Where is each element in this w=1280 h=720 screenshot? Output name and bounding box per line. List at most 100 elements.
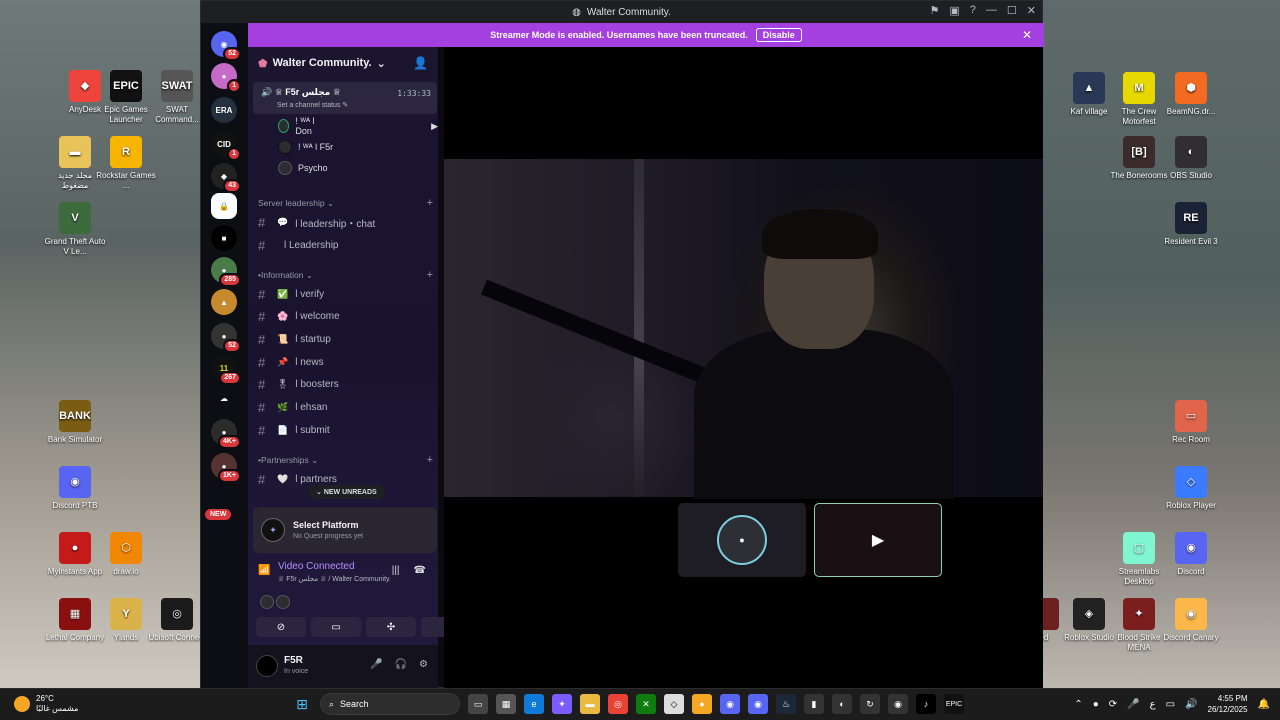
server-icon[interactable]: ● 285 <box>211 257 241 287</box>
screen-icon[interactable]: ▣ <box>949 4 959 17</box>
add-channel-icon[interactable]: + <box>427 197 433 209</box>
voice-channel-active[interactable]: 🔊 ♕ F5r مجلس ♕ Set a channel status ✎ 1:… <box>253 82 437 114</box>
screen-share-button[interactable]: ▭ <box>311 617 361 637</box>
help-icon[interactable]: ? <box>970 4 976 17</box>
weather-widget[interactable]: 26°C مشمس غالبًا <box>14 694 78 714</box>
tray-chevron-icon[interactable]: ⌃ <box>1074 699 1082 710</box>
maximize-button[interactable]: ☐ <box>1007 4 1017 17</box>
channel-item[interactable]: # l Leadership <box>258 236 433 254</box>
desktop-icon[interactable]: ◇ Roblox Player <box>1160 466 1222 511</box>
desktop-icon[interactable]: ◉ Discord PTB <box>44 466 106 511</box>
server-icon[interactable]: CID 1 <box>211 131 241 161</box>
discord-taskbar-icon[interactable]: ◉ <box>720 694 740 714</box>
voice-user[interactable]: ! ᵂᴬ l Don ▶ <box>278 116 438 136</box>
app-icon[interactable]: ▮ <box>804 694 824 714</box>
server-icon[interactable]: ■ <box>211 225 237 251</box>
desktop-icon[interactable]: ◐ OBS Studio <box>1160 136 1222 181</box>
notification-icon[interactable]: 🔔 <box>1258 699 1270 710</box>
channel-item[interactable]: # ✅ l verify <box>258 285 433 303</box>
server-icon[interactable]: ● 1 <box>211 63 241 93</box>
voice-user[interactable]: ! ᵂᴬ l F5r <box>278 138 333 156</box>
task-view-icon[interactable]: ▭ <box>468 694 488 714</box>
disconnect-icon[interactable]: ☎ <box>414 565 426 576</box>
activities-button[interactable]: ✣ <box>366 617 416 637</box>
main-video-feed[interactable] <box>444 159 1043 499</box>
headphones-icon[interactable]: 🎧 <box>395 659 407 670</box>
new-pill[interactable]: NEW <box>205 509 232 520</box>
desktop-icon[interactable]: RE Resident Evil 3 <box>1160 202 1222 247</box>
server-header[interactable]: ⬟ Walter Community. ⌄ 👤 <box>248 47 438 79</box>
app-icon[interactable]: ● <box>692 694 712 714</box>
flag-icon[interactable]: ⚑ <box>930 4 940 17</box>
settings-gear-icon[interactable]: ⚙ <box>419 659 428 670</box>
obs-icon[interactable]: ◐ <box>832 694 852 714</box>
network-icon[interactable]: ▭ <box>1166 699 1175 710</box>
desktop-icon[interactable]: ◉ Discord Canary <box>1160 598 1222 643</box>
minimize-button[interactable]: — <box>986 4 997 17</box>
start-button[interactable]: ⊞ <box>292 694 312 714</box>
chrome-icon[interactable]: ◎ <box>608 694 628 714</box>
voice-user[interactable]: Psycho <box>278 159 328 177</box>
disable-streamer-button[interactable]: Disable <box>755 28 802 42</box>
server-icon[interactable]: ◆ 43 <box>211 163 241 193</box>
tray-sync-icon[interactable]: ⟳ <box>1109 699 1117 710</box>
channel-item[interactable]: # 🌸 l welcome <box>258 308 433 326</box>
microphone-icon[interactable]: 🎤 <box>370 659 382 670</box>
server-icon[interactable]: ▲ <box>211 289 237 315</box>
server-icon[interactable]: ☁ <box>211 385 237 411</box>
edge-icon[interactable]: e <box>524 694 544 714</box>
channel-item[interactable]: # 📜 l startup <box>258 330 433 348</box>
add-channel-icon[interactable]: + <box>427 454 433 466</box>
tiktok-icon[interactable]: ♪ <box>916 694 936 714</box>
server-icon[interactable]: 🔒 <box>211 193 237 219</box>
desktop-icon[interactable]: BANK Bank Simulator <box>44 400 106 445</box>
copilot-icon[interactable]: ✦ <box>552 694 572 714</box>
xbox-icon[interactable]: ✕ <box>636 694 656 714</box>
category-partnerships[interactable]: • Partnerships ⌄ + <box>258 454 433 466</box>
camera-off-button[interactable]: ⊘ <box>256 617 306 637</box>
server-icon[interactable]: ● 52 <box>211 323 241 353</box>
server-icon[interactable]: ● 4K+ <box>211 419 241 449</box>
server-icon[interactable]: ● 1K+ <box>211 453 241 483</box>
widgets-icon[interactable]: ▦ <box>496 694 516 714</box>
participant-tile[interactable] <box>541 503 669 577</box>
desktop-icon[interactable]: SWAT SWAT Command... <box>146 70 208 125</box>
volume-icon[interactable]: 🔊 <box>1185 699 1197 710</box>
app-icon[interactable]: ◉ <box>888 694 908 714</box>
quest-panel[interactable]: ✦ Select Platform No Quest progress yet <box>253 507 437 553</box>
epic-games-icon[interactable]: EPIC <box>944 694 964 714</box>
desktop-icon[interactable]: V Grand Theft Auto V Le... <box>44 202 106 257</box>
category-server-leadership[interactable]: Server leadership ⌄ + <box>258 197 433 209</box>
category-information[interactable]: • Information ⌄ + <box>258 269 433 281</box>
tray-mic-icon[interactable]: 🎤 <box>1127 699 1139 710</box>
close-button[interactable]: ✕ <box>1027 4 1036 17</box>
participant-tile[interactable]: ● <box>678 503 806 577</box>
pencil-icon[interactable]: ✎ <box>342 102 348 109</box>
roblox-icon[interactable]: ◇ <box>664 694 684 714</box>
user-avatar[interactable] <box>256 655 278 677</box>
channel-item[interactable]: # 💬 l leadership・chat <box>258 213 433 231</box>
channel-item[interactable]: # 🎖 l boosters <box>258 376 433 394</box>
voice-status[interactable]: Set a channel status <box>277 102 340 109</box>
new-unreads-pill[interactable]: ⌄ NEW UNREADS <box>308 485 385 499</box>
app-icon[interactable]: ↻ <box>860 694 880 714</box>
server-icon[interactable]: 11 267 <box>211 355 241 385</box>
add-member-icon[interactable]: 👤 <box>413 56 428 70</box>
clock[interactable]: 4:55 PM 26/12/2025 <box>1208 693 1248 715</box>
desktop-icon[interactable]: ◎ Ubisoft Connect <box>146 598 208 643</box>
add-channel-icon[interactable]: + <box>427 269 433 281</box>
home-button[interactable]: ◉ 52 <box>211 31 241 61</box>
desktop-icon[interactable]: ⬢ BeamNG.dr... <box>1160 72 1222 117</box>
channel-item[interactable]: # 📄 l submit <box>258 421 433 439</box>
close-banner-icon[interactable]: ✕ <box>1022 28 1032 42</box>
server-icon[interactable]: ERA <box>211 97 237 123</box>
discord-ptb-taskbar-icon[interactable]: ◉ <box>748 694 768 714</box>
tray-app-icon[interactable]: ● <box>1093 699 1099 710</box>
signal-icon[interactable]: 📶 <box>258 565 270 576</box>
noise-suppression-icon[interactable]: ||| <box>392 565 400 576</box>
desktop-icon[interactable]: ⬡ draw.io <box>95 532 157 577</box>
voice-location[interactable]: ♕ F5r مجلس ♕ / Walter Community. <box>278 575 391 583</box>
desktop-icon[interactable]: R Rockstar Games ... <box>95 136 157 191</box>
channel-item[interactable]: # 📌 l news <box>258 353 433 371</box>
search-box[interactable]: ⌕ Search <box>320 693 460 715</box>
